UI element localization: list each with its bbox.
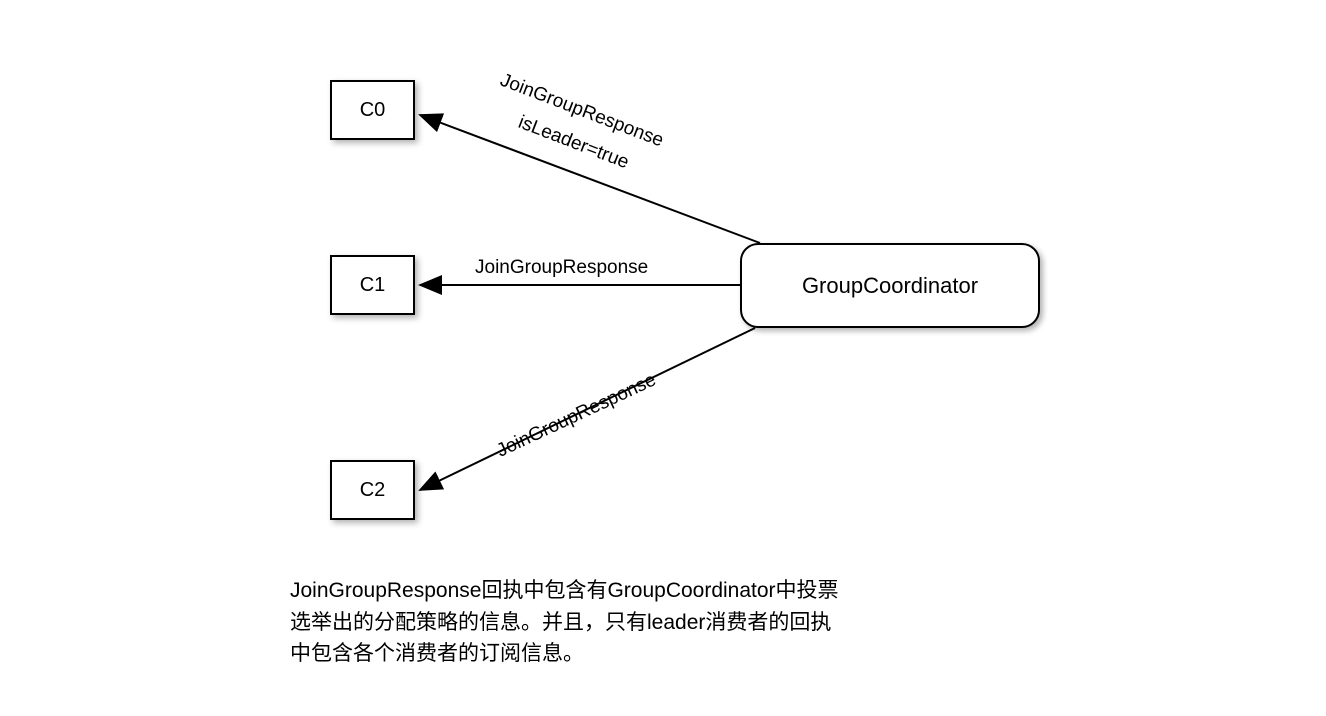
- arrow-to-c0: [420, 115, 760, 243]
- diagram-container: C0 C1 C2 GroupCoordinator JoinGroupRespo…: [280, 60, 1080, 660]
- group-coordinator-box: GroupCoordinator: [740, 243, 1040, 328]
- edge-label-c2: JoinGroupResponse: [493, 369, 659, 462]
- connectors-svg: [280, 60, 1080, 660]
- consumer-c1-label: C1: [360, 274, 386, 297]
- edge-label-c1: JoinGroupResponse: [475, 257, 648, 279]
- consumer-c1-box: C1: [330, 255, 415, 315]
- consumer-c0-box: C0: [330, 80, 415, 140]
- group-coordinator-label: GroupCoordinator: [802, 273, 978, 299]
- diagram-caption: JoinGroupResponse回执中包含有GroupCoordinator中…: [290, 575, 850, 670]
- consumer-c0-label: C0: [360, 99, 386, 122]
- consumer-c2-label: C2: [360, 479, 386, 502]
- consumer-c2-box: C2: [330, 460, 415, 520]
